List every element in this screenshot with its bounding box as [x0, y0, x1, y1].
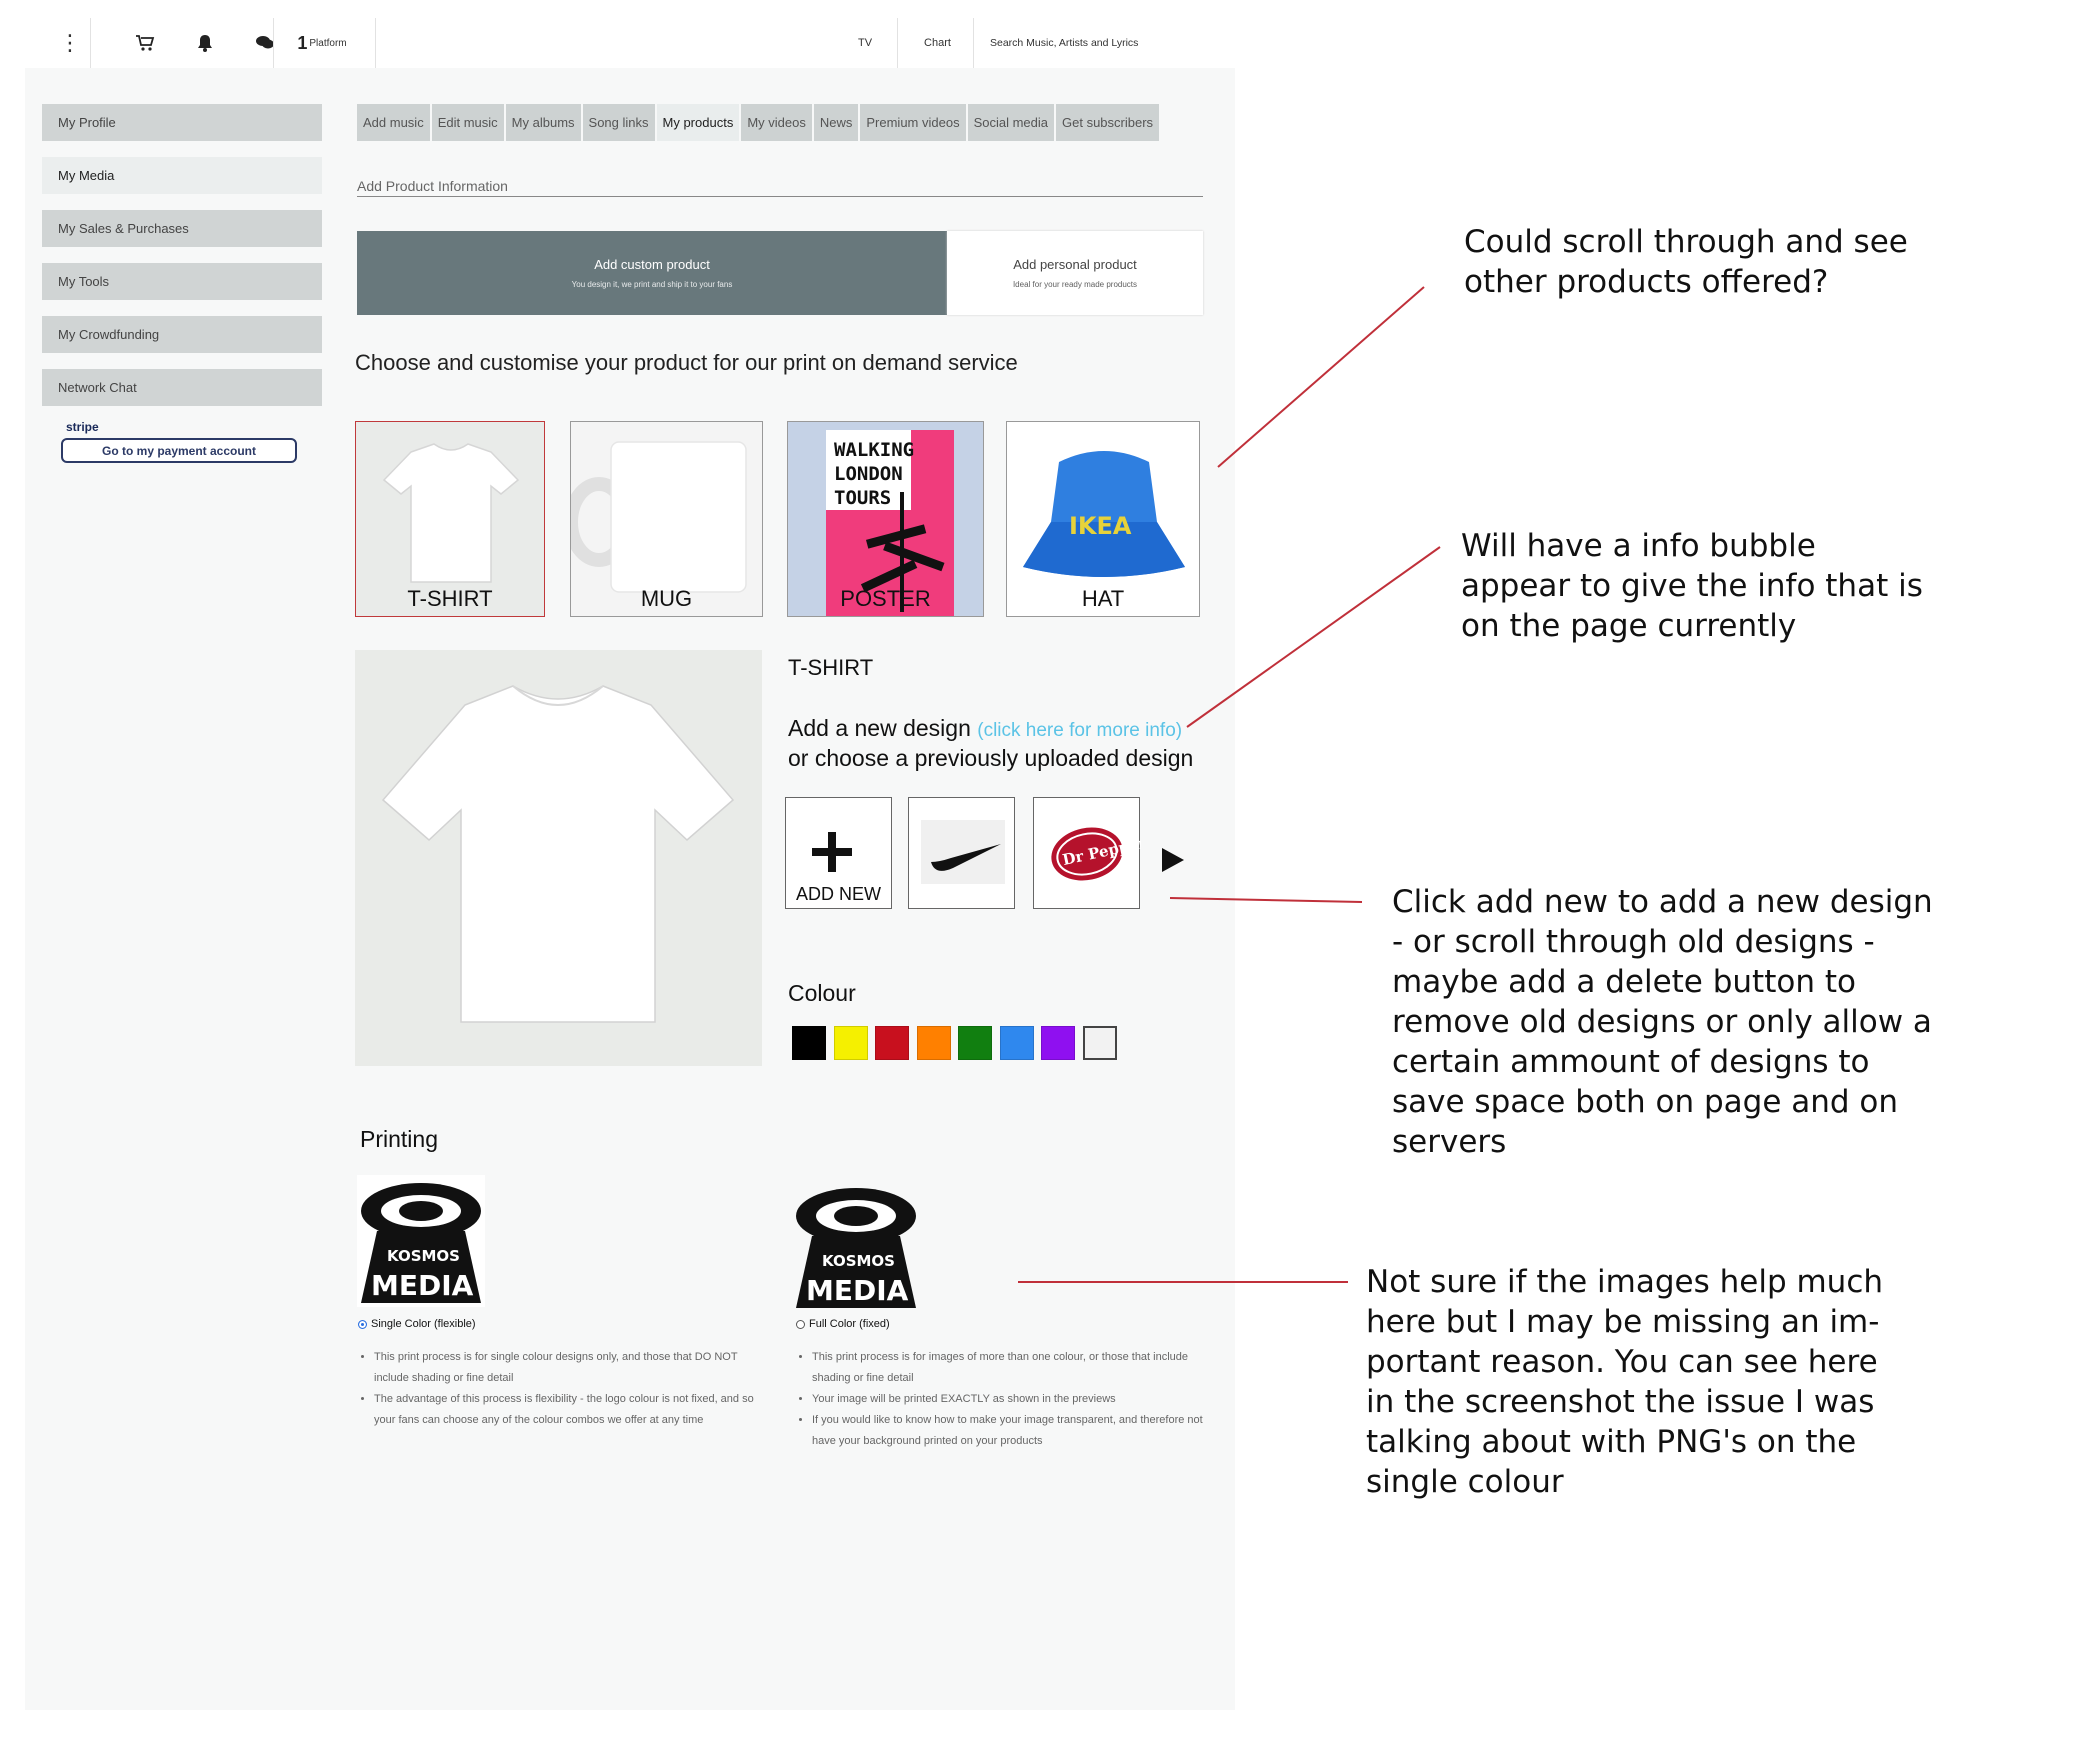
annotation-note: Could scroll through and see other produ… [1464, 224, 1908, 300]
annotation-line [1217, 286, 1425, 468]
annotation-line [1186, 546, 1441, 728]
annotation-note: Not sure if the images help much here bu… [1366, 1264, 1884, 1500]
annotation-note: Will have a info bubble appear to give t… [1461, 528, 1923, 644]
annotation-note: Click add new to add a new design - or s… [1392, 884, 1933, 1160]
annotation-line [1169, 897, 1363, 903]
